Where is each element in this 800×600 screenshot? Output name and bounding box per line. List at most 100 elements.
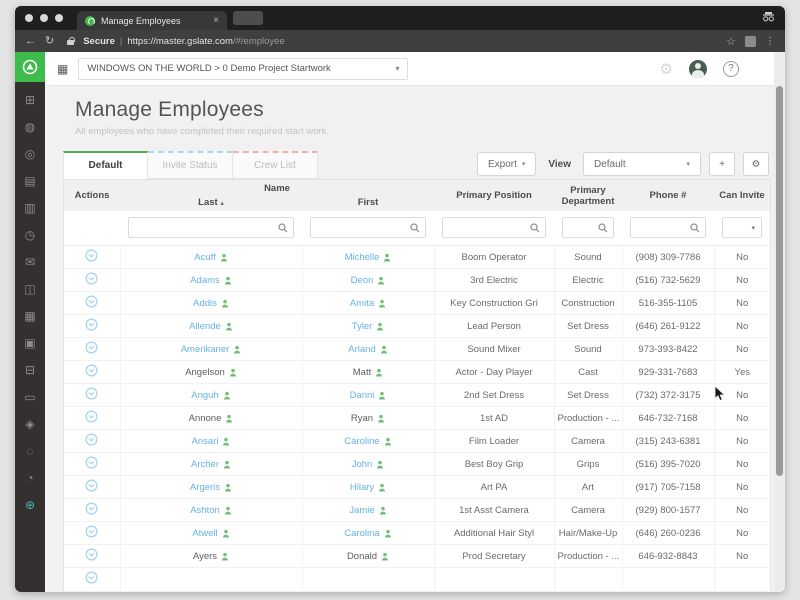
browser-menu-icon[interactable]: ⋮ bbox=[765, 36, 775, 47]
row-actions-button[interactable] bbox=[85, 456, 98, 469]
bookmark-star-icon[interactable]: ☆ bbox=[726, 35, 736, 48]
employee-last-link[interactable]: Allende bbox=[189, 321, 221, 332]
filter-phone-input[interactable] bbox=[636, 222, 690, 233]
employee-first-link[interactable]: Hilary bbox=[350, 482, 374, 493]
employee-last-link[interactable]: Anguh bbox=[191, 390, 218, 401]
employee-last-link[interactable]: Annone bbox=[189, 413, 222, 424]
row-actions-button[interactable] bbox=[85, 341, 98, 354]
row-actions-button[interactable] bbox=[85, 525, 98, 538]
calendar-icon[interactable]: ▦ bbox=[24, 310, 35, 322]
employee-first-link[interactable]: Deon bbox=[351, 275, 374, 286]
close-tab-icon[interactable]: × bbox=[213, 15, 219, 26]
refresh-icon[interactable]: ↻ bbox=[45, 35, 54, 47]
primary-department-cell: Set Dress bbox=[553, 383, 622, 407]
filter-first-input[interactable] bbox=[316, 222, 410, 233]
employee-first-link[interactable]: Tyler bbox=[352, 321, 373, 332]
row-actions-button[interactable] bbox=[85, 387, 98, 400]
employee-last-link[interactable]: Ansari bbox=[192, 436, 219, 447]
minimize-window-button[interactable] bbox=[40, 14, 48, 22]
filter-position-input[interactable] bbox=[448, 222, 530, 233]
tab-crew-list[interactable]: Crew List bbox=[233, 151, 318, 179]
row-actions-button[interactable] bbox=[85, 571, 98, 584]
employee-last-link[interactable]: Archer bbox=[191, 459, 219, 470]
add-person-icon[interactable]: ⊕ bbox=[25, 499, 35, 511]
employee-first-link[interactable]: Carolina bbox=[344, 528, 379, 539]
export-button[interactable]: Export ▾ bbox=[476, 152, 537, 176]
history-icon[interactable]: ◔ bbox=[26, 472, 33, 484]
employee-first-link[interactable]: Amita bbox=[350, 298, 374, 309]
row-actions-button[interactable] bbox=[85, 502, 98, 515]
help-icon[interactable]: ? bbox=[723, 60, 739, 77]
col-header-can-invite[interactable]: Can Invite bbox=[714, 180, 770, 211]
payroll-icon[interactable]: ◈ bbox=[25, 418, 34, 430]
row-actions-button[interactable] bbox=[85, 295, 98, 308]
add-view-button[interactable]: + bbox=[709, 152, 735, 176]
employee-last-link[interactable]: Acuff bbox=[194, 252, 215, 263]
col-header-last[interactable]: Last ▴ bbox=[120, 197, 302, 211]
employee-first-link[interactable]: Caroline bbox=[344, 436, 379, 447]
extension-icon[interactable] bbox=[745, 35, 756, 47]
row-actions-button[interactable] bbox=[85, 433, 98, 446]
world-icon[interactable]: ◍ bbox=[25, 121, 35, 133]
row-actions-button[interactable] bbox=[85, 272, 98, 285]
row-actions-button[interactable] bbox=[85, 479, 98, 492]
employee-last-link[interactable]: Ayers bbox=[193, 551, 217, 562]
employee-first-link[interactable]: John bbox=[352, 459, 373, 470]
gslate-logo[interactable] bbox=[15, 52, 45, 82]
tab-default[interactable]: Default bbox=[63, 151, 148, 179]
filter-department-input[interactable] bbox=[568, 222, 598, 233]
scrollbar-thumb[interactable] bbox=[776, 86, 783, 476]
settings-gear-icon[interactable]: ⚙ bbox=[660, 60, 673, 78]
person-icon bbox=[234, 345, 241, 353]
employee-first-link[interactable]: Matt bbox=[353, 367, 371, 378]
user-avatar[interactable] bbox=[689, 59, 707, 78]
col-header-phone[interactable]: Phone # bbox=[622, 180, 714, 211]
employee-first-link[interactable]: Michelle bbox=[345, 252, 380, 263]
maximize-window-button[interactable] bbox=[55, 14, 63, 22]
col-header-first[interactable]: First bbox=[302, 197, 434, 211]
filter-last-input[interactable] bbox=[134, 222, 278, 233]
table-settings-button[interactable]: ⚙ bbox=[743, 152, 769, 176]
employee-last-link[interactable]: Amerikaner bbox=[181, 344, 230, 355]
employee-first-link[interactable]: Jamie bbox=[349, 505, 374, 516]
mail-icon[interactable]: ✉ bbox=[25, 256, 35, 268]
close-window-button[interactable] bbox=[25, 14, 33, 22]
col-header-position[interactable]: Primary Position bbox=[434, 180, 554, 211]
clock-icon[interactable]: ◷ bbox=[25, 229, 35, 241]
employee-last-link[interactable]: Addis bbox=[193, 298, 217, 309]
reports-icon[interactable]: ▣ bbox=[24, 337, 35, 349]
employee-last-link[interactable]: Ashton bbox=[190, 505, 220, 516]
projects-icon[interactable]: ◎ bbox=[25, 148, 35, 160]
employee-first-link[interactable]: Ryan bbox=[351, 413, 373, 424]
dashboard-icon[interactable]: ⊞ bbox=[25, 94, 35, 106]
media-icon[interactable]: ◌ bbox=[26, 445, 33, 457]
employee-first-link[interactable]: Danni bbox=[350, 390, 375, 401]
row-actions-button[interactable] bbox=[85, 548, 98, 561]
new-tab-button[interactable] bbox=[233, 11, 263, 25]
page-scrollbar[interactable] bbox=[774, 52, 785, 592]
row-actions-button[interactable] bbox=[85, 249, 98, 262]
tab-invite-status[interactable]: Invite Status bbox=[148, 151, 233, 179]
employee-first-link[interactable]: Arland bbox=[348, 344, 375, 355]
row-actions-button[interactable] bbox=[85, 410, 98, 423]
documents-icon[interactable]: ▤ bbox=[24, 175, 35, 187]
project-selector[interactable]: WINDOWS ON THE WORLD > 0 Demo Project St… bbox=[78, 57, 409, 80]
employee-last-link[interactable]: Adams bbox=[190, 275, 220, 286]
view-select[interactable]: Default ▾ bbox=[583, 152, 701, 176]
employee-last-link[interactable]: Argeris bbox=[190, 482, 220, 493]
employee-last-link[interactable]: Atwell bbox=[192, 528, 217, 539]
people-icon[interactable]: ◫ bbox=[24, 283, 35, 295]
files-icon[interactable]: ▥ bbox=[24, 202, 35, 214]
window-controls[interactable] bbox=[25, 14, 63, 22]
row-actions-button[interactable] bbox=[85, 318, 98, 331]
employee-last-link[interactable]: Angelson bbox=[185, 367, 225, 378]
browser-tab[interactable]: Manage Employees × bbox=[77, 11, 227, 30]
row-actions-button[interactable] bbox=[85, 364, 98, 377]
employee-first-link[interactable]: Donald bbox=[347, 551, 377, 562]
printer-icon[interactable]: ⊟ bbox=[25, 364, 35, 376]
col-header-department[interactable]: Primary Department bbox=[554, 180, 622, 211]
chat-icon[interactable]: ▭ bbox=[24, 391, 35, 403]
back-icon[interactable]: ← bbox=[25, 35, 36, 47]
filter-can-invite-select[interactable]: ▾ bbox=[722, 217, 762, 238]
url-field[interactable]: Secure | https://master.gslate.com/#/emplo… bbox=[83, 36, 285, 47]
